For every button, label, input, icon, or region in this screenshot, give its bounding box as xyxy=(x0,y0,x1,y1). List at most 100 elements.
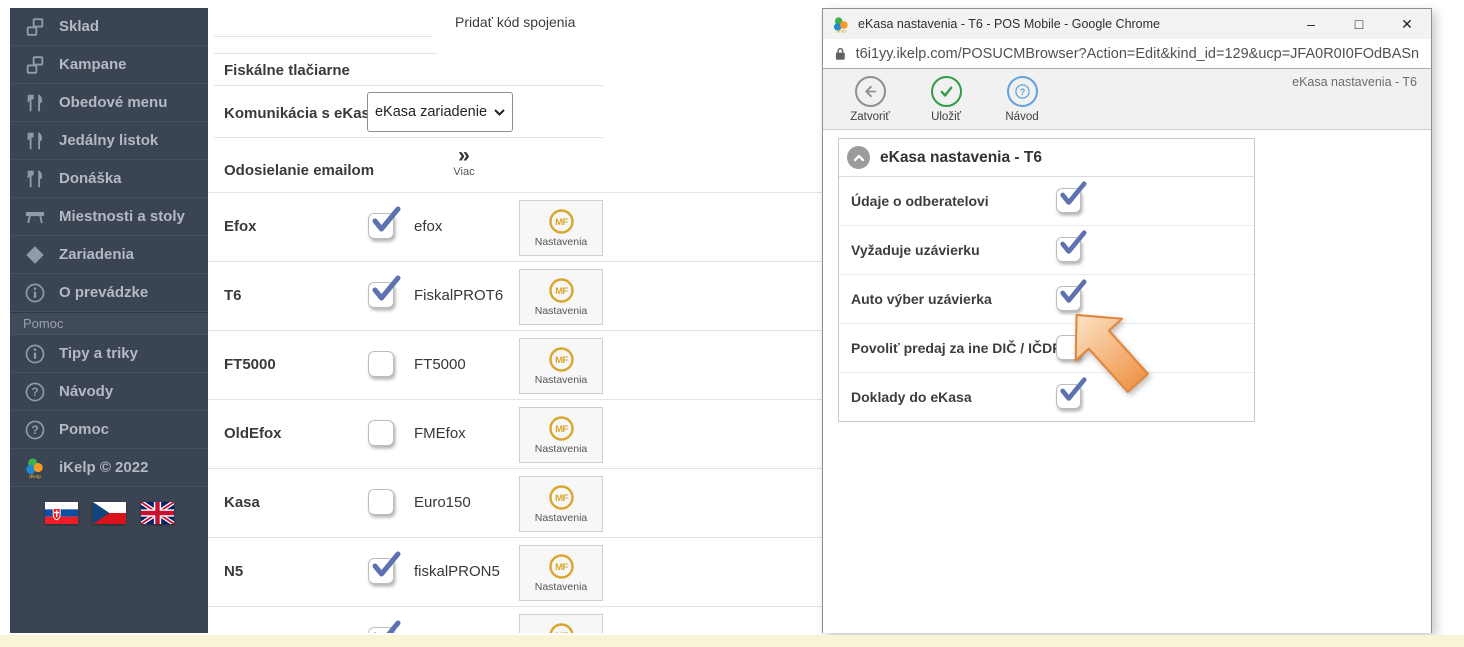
sidebar-item-jed-lny-listok[interactable]: Jedálny listok xyxy=(10,122,208,160)
printer-settings-button[interactable]: MF Nastavenia xyxy=(519,338,603,394)
svg-text:MF: MF xyxy=(555,424,568,435)
printer-settings-label: Nastavenia xyxy=(535,512,588,524)
sidebar-main-menu: Sklad Kampane Obedové menu Jedálny listo… xyxy=(10,8,208,312)
sidebar-item-sklad[interactable]: Sklad xyxy=(10,8,208,46)
printer-row-n5: N5 fiskalPRON5 MF Nastavenia xyxy=(208,537,822,606)
chevron-up-icon xyxy=(852,151,866,165)
toolbar-button-label: Uložiť xyxy=(931,111,961,123)
sidebar: Sklad Kampane Obedové menu Jedálny listo… xyxy=(10,8,208,633)
uk-flag[interactable] xyxy=(141,502,174,524)
check-mark-icon xyxy=(369,619,402,633)
ekasa-setting-checkbox[interactable] xyxy=(1056,384,1081,409)
printer-driver-name: FiskalPROT6 xyxy=(414,287,503,304)
ekasa-setting-checkbox[interactable] xyxy=(1056,335,1081,360)
add-connection-code-link[interactable]: Pridať kód spojenia xyxy=(455,14,575,30)
check-mark-icon xyxy=(369,205,402,236)
printer-name: Efox xyxy=(224,218,257,235)
communication-select-value: eKasa zariadenie xyxy=(375,104,487,120)
window-controls: – □ ✕ xyxy=(1287,9,1431,39)
sidebar-item-tipy-a-triky[interactable]: Tipy a triky xyxy=(10,335,208,373)
sidebar-item-obedov-menu[interactable]: Obedové menu xyxy=(10,84,208,122)
printer-enabled-checkbox[interactable] xyxy=(368,420,394,446)
ekasa-setting-checkbox[interactable] xyxy=(1056,286,1081,311)
printer-enabled-checkbox[interactable] xyxy=(368,351,394,377)
printer-enabled-checkbox[interactable] xyxy=(368,489,394,515)
svg-text:iKelp: iKelp xyxy=(836,29,847,32)
printer-settings-button[interactable]: MF Nastavenia xyxy=(519,476,603,532)
check-mark-icon xyxy=(1057,376,1088,405)
fiscal-printer-icon: MF xyxy=(548,484,575,511)
sidebar-item-n-vody[interactable]: ? Návody xyxy=(10,373,208,411)
ekasa-setting-row-auto-v-ber-uz-vierka: Auto výber uzávierka xyxy=(839,275,1254,324)
communication-select[interactable]: eKasa zariadenie xyxy=(367,92,513,132)
maximize-button[interactable]: □ xyxy=(1335,9,1383,39)
check-mark-icon xyxy=(1057,278,1088,307)
section-title: Fiskálne tlačiarne xyxy=(224,62,350,79)
sidebar-help-menu: Tipy a triky ? Návody ? Pomoc xyxy=(10,335,208,449)
sidebar-item-label: Kampane xyxy=(59,56,127,73)
sidebar-item-label: Obedové menu xyxy=(59,94,167,111)
window-titlebar: iKelp eKasa nastavenia - T6 - POS Mobile… xyxy=(823,9,1431,39)
sidebar-item-don-ka[interactable]: Donáška xyxy=(10,160,208,198)
printer-name: Kasa xyxy=(224,494,260,511)
ekasa-setting-checkbox[interactable] xyxy=(1056,237,1081,262)
sidebar-item-kampane[interactable]: Kampane xyxy=(10,46,208,84)
check-mark-icon xyxy=(1057,180,1088,209)
url-text: t6i1yy.ikelp.com/POSUCMBrowser?Action=Ed… xyxy=(856,46,1419,62)
fiscal-printers-panel: Pridať kód spojenia Fiskálne tlačiarne K… xyxy=(208,8,822,633)
communication-label: Komunikácia s eKasa xyxy=(224,105,378,122)
sidebar-item-zariadenia[interactable]: Zariadenia xyxy=(10,236,208,274)
toolbar-button-zatvori-[interactable]: Zatvoriť xyxy=(843,76,897,123)
printer-enabled-checkbox[interactable] xyxy=(368,213,394,239)
toolbar-button-ulo-i-[interactable]: Uložiť xyxy=(919,76,973,123)
printer-row-ft5000: FT5000 FT5000 MF Nastavenia xyxy=(208,330,822,399)
close-button[interactable]: ✕ xyxy=(1383,9,1431,39)
table-icon xyxy=(23,205,47,229)
sidebar-item-pomoc[interactable]: ? Pomoc xyxy=(10,411,208,449)
sidebar-item-o-prev-dzke[interactable]: O prevádzke xyxy=(10,274,208,312)
cutlery-icon xyxy=(23,129,47,153)
window-title: eKasa nastavenia - T6 - POS Mobile - Goo… xyxy=(858,17,1279,31)
back-arrow-icon xyxy=(855,76,886,107)
czech-flag[interactable] xyxy=(93,502,126,524)
svg-text:MF: MF xyxy=(555,355,568,366)
check-mark-icon xyxy=(369,550,402,581)
svg-text:MF: MF xyxy=(555,493,568,504)
ekasa-setting-label: Auto výber uzávierka xyxy=(851,291,992,307)
printer-enabled-checkbox[interactable] xyxy=(368,282,394,308)
collapse-button[interactable] xyxy=(847,146,870,169)
sidebar-item-label: O prevádzke xyxy=(59,284,148,301)
printer-settings-button[interactable]: MF Nastavenia xyxy=(519,614,603,633)
info-icon xyxy=(23,281,47,305)
sidebar-footer-ikelp[interactable]: iKelp iKelp © 2022 xyxy=(10,449,208,487)
boxes-icon xyxy=(23,53,47,77)
minimize-button[interactable]: – xyxy=(1287,9,1335,39)
ekasa-setting-checkbox[interactable] xyxy=(1056,188,1081,213)
printer-settings-button[interactable]: MF Nastavenia xyxy=(519,545,603,601)
language-switcher xyxy=(10,487,208,524)
double-chevron-right-icon: » xyxy=(440,146,488,166)
printer-enabled-checkbox[interactable] xyxy=(368,558,394,584)
printer-enabled-checkbox[interactable] xyxy=(368,627,394,633)
fiscal-printer-icon: MF xyxy=(548,277,575,304)
svg-text:iKelp: iKelp xyxy=(29,474,41,479)
printer-settings-button[interactable]: MF Nastavenia xyxy=(519,407,603,463)
question-icon: ? xyxy=(1007,76,1038,107)
printer-settings-button[interactable]: MF Nastavenia xyxy=(519,200,603,256)
address-bar[interactable]: t6i1yy.ikelp.com/POSUCMBrowser?Action=Ed… xyxy=(823,39,1431,69)
toolbar-context-title: eKasa nastavenia - T6 xyxy=(1292,75,1417,89)
info-icon xyxy=(23,342,47,366)
ekasa-setting-label: Povoliť predaj za ine DIČ / IČDPH xyxy=(851,340,1072,356)
sidebar-item-miestnosti-a-stoly[interactable]: Miestnosti a stoly xyxy=(10,198,208,236)
browser-window: iKelp eKasa nastavenia - T6 - POS Mobile… xyxy=(822,8,1432,633)
toolbar-buttons: Zatvoriť Uložiť ? Návod xyxy=(843,76,1049,123)
toolbar-button-n-vod[interactable]: ? Návod xyxy=(995,76,1049,123)
printer-name: T6 xyxy=(224,287,242,304)
email-more-button[interactable]: » Viac xyxy=(440,146,488,178)
svg-text:MF: MF xyxy=(555,217,568,228)
printer-settings-button[interactable]: MF Nastavenia xyxy=(519,269,603,325)
printer-row-oldefox: OldEfox FMEfox MF Nastavenia xyxy=(208,399,822,468)
email-sending-label: Odosielanie emailom xyxy=(224,162,374,179)
slovakia-flag[interactable] xyxy=(45,502,78,524)
ikelp-logo-icon: iKelp xyxy=(23,456,47,480)
